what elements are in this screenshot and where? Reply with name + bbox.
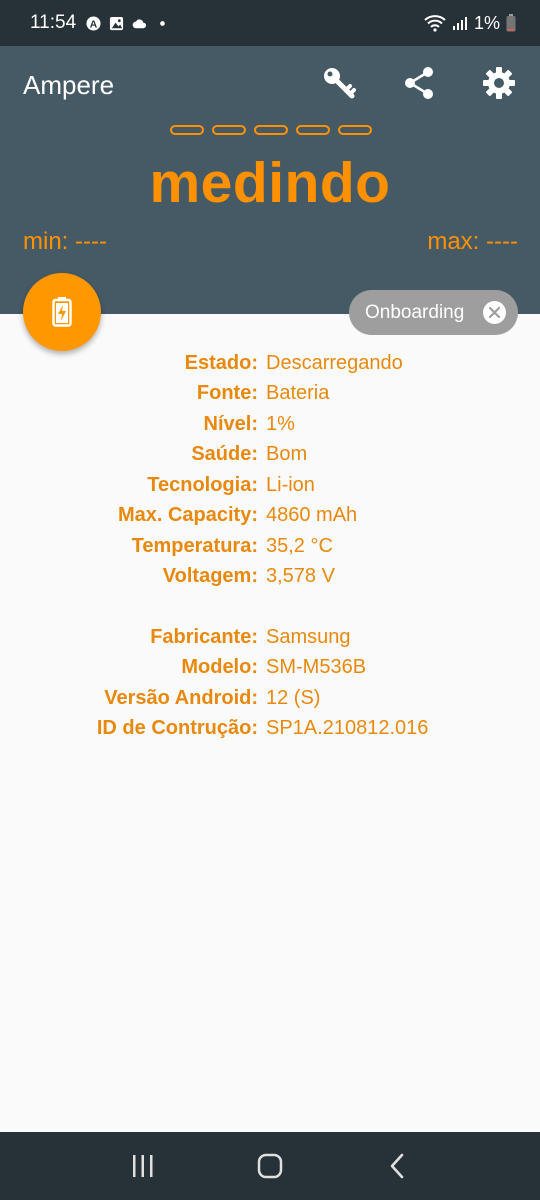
info-value: 3,578 V [266, 565, 335, 588]
min-value: min: ---- [23, 228, 107, 255]
info-value: Bom [266, 443, 308, 466]
info-row-source: Fonte: Bateria [0, 379, 540, 410]
info-label: Modelo: [181, 656, 258, 679]
info-row-build-id: ID de Contrução: SP1A.210812.016 [0, 714, 540, 745]
info-label: Temperatura: [131, 534, 258, 557]
info-value: 1% [266, 412, 295, 435]
info-row-model: Modelo: SM-M536B [0, 653, 540, 684]
cloud-icon [132, 18, 147, 28]
info-label: ID de Contrução: [96, 717, 258, 740]
info-row-health: Saúde: Bom [0, 440, 540, 471]
info-label: Estado: [184, 351, 258, 374]
indicator-dash [296, 125, 330, 135]
info-label: Versão Android: [104, 686, 258, 709]
app-title: Ampere [23, 70, 115, 100]
svg-text:A: A [90, 19, 98, 30]
dot-icon [160, 20, 165, 26]
battery-charging-icon [52, 297, 72, 327]
info-value: 4860 mAh [266, 504, 358, 527]
info-value: Li-ion [266, 473, 315, 496]
recent-apps-button[interactable] [118, 1141, 168, 1191]
battery-info-list: Estado: Descarregando Fonte: Bateria Nível… [0, 348, 540, 744]
max-value: max: ---- [427, 228, 518, 255]
info-value: 35,2 °C [266, 534, 333, 557]
info-row-manufacturer: Fabricante: Samsung [0, 622, 540, 653]
recent-apps-icon [133, 1155, 153, 1177]
info-row-capacity: Max. Capacity: 4860 mAh [0, 501, 540, 532]
close-icon[interactable] [483, 301, 506, 324]
info-row-technology: Tecnologia: Li-ion [0, 470, 540, 501]
battery-fab-button[interactable] [23, 273, 101, 351]
image-icon [110, 16, 124, 30]
status-icons-right: 1% [424, 13, 516, 34]
status-bar: 11:54 A 1% [0, 0, 540, 46]
onboarding-chip[interactable]: Onboarding [349, 290, 518, 335]
info-label: Fonte: [196, 382, 258, 405]
info-value: 12 (S) [266, 686, 321, 709]
info-label: Max. Capacity: [117, 504, 258, 527]
key-icon[interactable] [320, 64, 358, 102]
status-time: 11:54 [30, 12, 77, 33]
app-header: Ampere medindo min: ---- max: ---- [0, 46, 540, 314]
battery-icon [506, 14, 516, 32]
gear-icon[interactable] [480, 64, 518, 102]
home-icon [257, 1153, 283, 1179]
wifi-icon [424, 15, 446, 32]
system-nav-bar [0, 1132, 540, 1200]
info-row-level: Nível: 1% [0, 409, 540, 440]
info-value: Samsung [266, 625, 351, 648]
info-value: Descarregando [266, 351, 403, 374]
back-button[interactable] [372, 1141, 422, 1191]
info-label: Voltagem: [162, 565, 258, 588]
indicator-dash [170, 125, 204, 135]
back-icon [390, 1153, 403, 1179]
signal-icon [452, 17, 467, 30]
a-circle-icon: A [86, 15, 101, 31]
indicator-dash [254, 125, 288, 135]
info-value: Bateria [266, 382, 330, 405]
info-row-temperature: Temperatura: 35,2 °C [0, 531, 540, 562]
info-value: SP1A.210812.016 [266, 717, 429, 740]
home-button[interactable] [245, 1141, 295, 1191]
info-label: Tecnologia: [147, 473, 258, 496]
share-icon[interactable] [400, 64, 438, 102]
info-row-state: Estado: Descarregando [0, 348, 540, 379]
indicator-dash [338, 125, 372, 135]
chip-label: Onboarding [365, 301, 465, 323]
info-label: Saúde: [191, 443, 258, 466]
info-label: Nível: [203, 412, 258, 435]
info-row-android-version: Versão Android: 12 (S) [0, 683, 540, 714]
current-reading: medindo [149, 151, 391, 215]
battery-percent: 1% [473, 12, 500, 33]
info-row-voltage: Voltagem: 3,578 V [0, 562, 540, 593]
info-value: SM-M536B [266, 656, 367, 679]
toolbar-actions [320, 64, 518, 102]
info-label: Fabricante: [150, 625, 258, 648]
measuring-indicator [170, 125, 372, 135]
status-icons-left: A [86, 15, 170, 31]
indicator-dash [212, 125, 246, 135]
